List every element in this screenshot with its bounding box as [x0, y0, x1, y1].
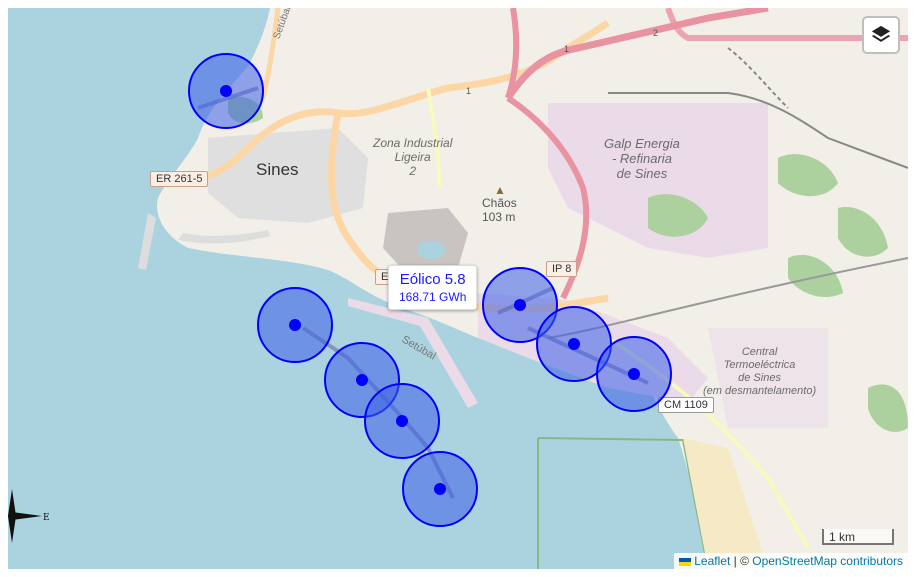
marker-center-dot[interactable]: [568, 338, 580, 350]
attribution-separator: | ©: [730, 554, 753, 568]
leaflet-link[interactable]: Leaflet: [694, 554, 730, 568]
marker-center-dot[interactable]: [220, 85, 232, 97]
marker-tooltip: Eólico 5.8 168.71 GWh: [388, 265, 478, 310]
marker-center-dot[interactable]: [628, 368, 640, 380]
wind-site-2-marker[interactable]: [257, 287, 333, 363]
marker-center-dot[interactable]: [514, 299, 526, 311]
layers-control-button[interactable]: [862, 16, 900, 54]
layers-icon: [871, 25, 891, 42]
marker-center-dot[interactable]: [289, 319, 301, 331]
wind-site-1-marker[interactable]: [188, 53, 264, 129]
compass-rose-icon: E: [8, 489, 50, 543]
map-view[interactable]: Sines Zona Industrial Ligeira 2 Galp Ene…: [8, 8, 908, 569]
marker-center-dot[interactable]: [356, 374, 368, 386]
marker-center-dot[interactable]: [434, 483, 446, 495]
tooltip-title: Eólico 5.8: [399, 271, 466, 288]
marker-center-dot[interactable]: [396, 415, 408, 427]
osm-link[interactable]: OpenStreetMap contributors: [752, 554, 903, 568]
attribution: Leaflet | © OpenStreetMap contributors: [674, 553, 908, 569]
scale-bar: 1 km: [822, 529, 894, 545]
wind-site-4-marker[interactable]: [364, 383, 440, 459]
compass-east-label: E: [43, 513, 50, 523]
tooltip-value: 168.71 GWh: [399, 290, 467, 304]
ukraine-flag-icon: [679, 557, 692, 566]
wind-site-8-marker[interactable]: [596, 336, 672, 412]
wind-site-5-marker[interactable]: [402, 451, 478, 527]
